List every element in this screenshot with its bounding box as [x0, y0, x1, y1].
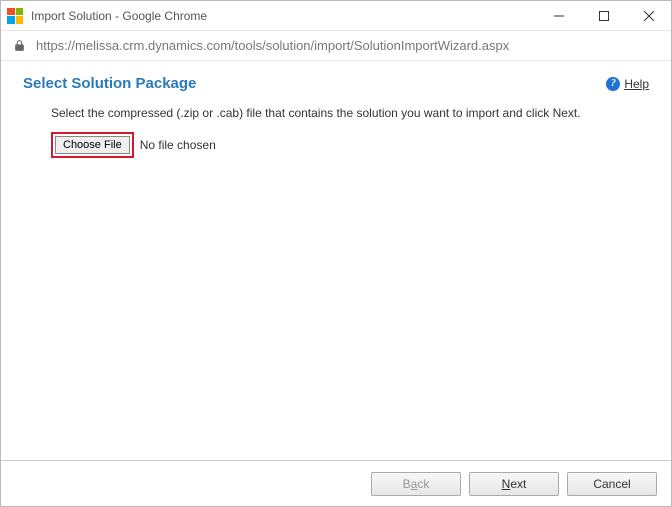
maximize-button[interactable] [581, 1, 626, 30]
help-icon: ? [606, 77, 620, 91]
window-titlebar: Import Solution - Google Chrome [1, 1, 671, 31]
wizard-content: Select Solution Package ? Help Select th… [1, 61, 671, 460]
choose-file-highlight: Choose File [51, 132, 134, 158]
app-logo-icon [7, 8, 23, 24]
next-button[interactable]: Next [469, 472, 559, 496]
minimize-button[interactable] [536, 1, 581, 30]
choose-file-button[interactable]: Choose File [55, 136, 130, 154]
window-title: Import Solution - Google Chrome [31, 9, 207, 23]
instruction-text: Select the compressed (.zip or .cab) fil… [51, 106, 611, 120]
help-link[interactable]: ? Help [606, 77, 649, 91]
close-button[interactable] [626, 1, 671, 30]
cancel-button[interactable]: Cancel [567, 472, 657, 496]
address-bar: https://melissa.crm.dynamics.com/tools/s… [1, 31, 671, 61]
page-title: Select Solution Package [23, 75, 196, 92]
back-button[interactable]: Back [371, 472, 461, 496]
lock-icon [13, 39, 26, 52]
url-text: https://melissa.crm.dynamics.com/tools/s… [36, 38, 509, 53]
window-controls [536, 1, 671, 30]
wizard-footer: Back Next Cancel [1, 460, 671, 506]
file-status-text: No file chosen [140, 138, 216, 152]
file-picker-row: Choose File No file chosen [51, 132, 649, 158]
help-label: Help [624, 77, 649, 91]
